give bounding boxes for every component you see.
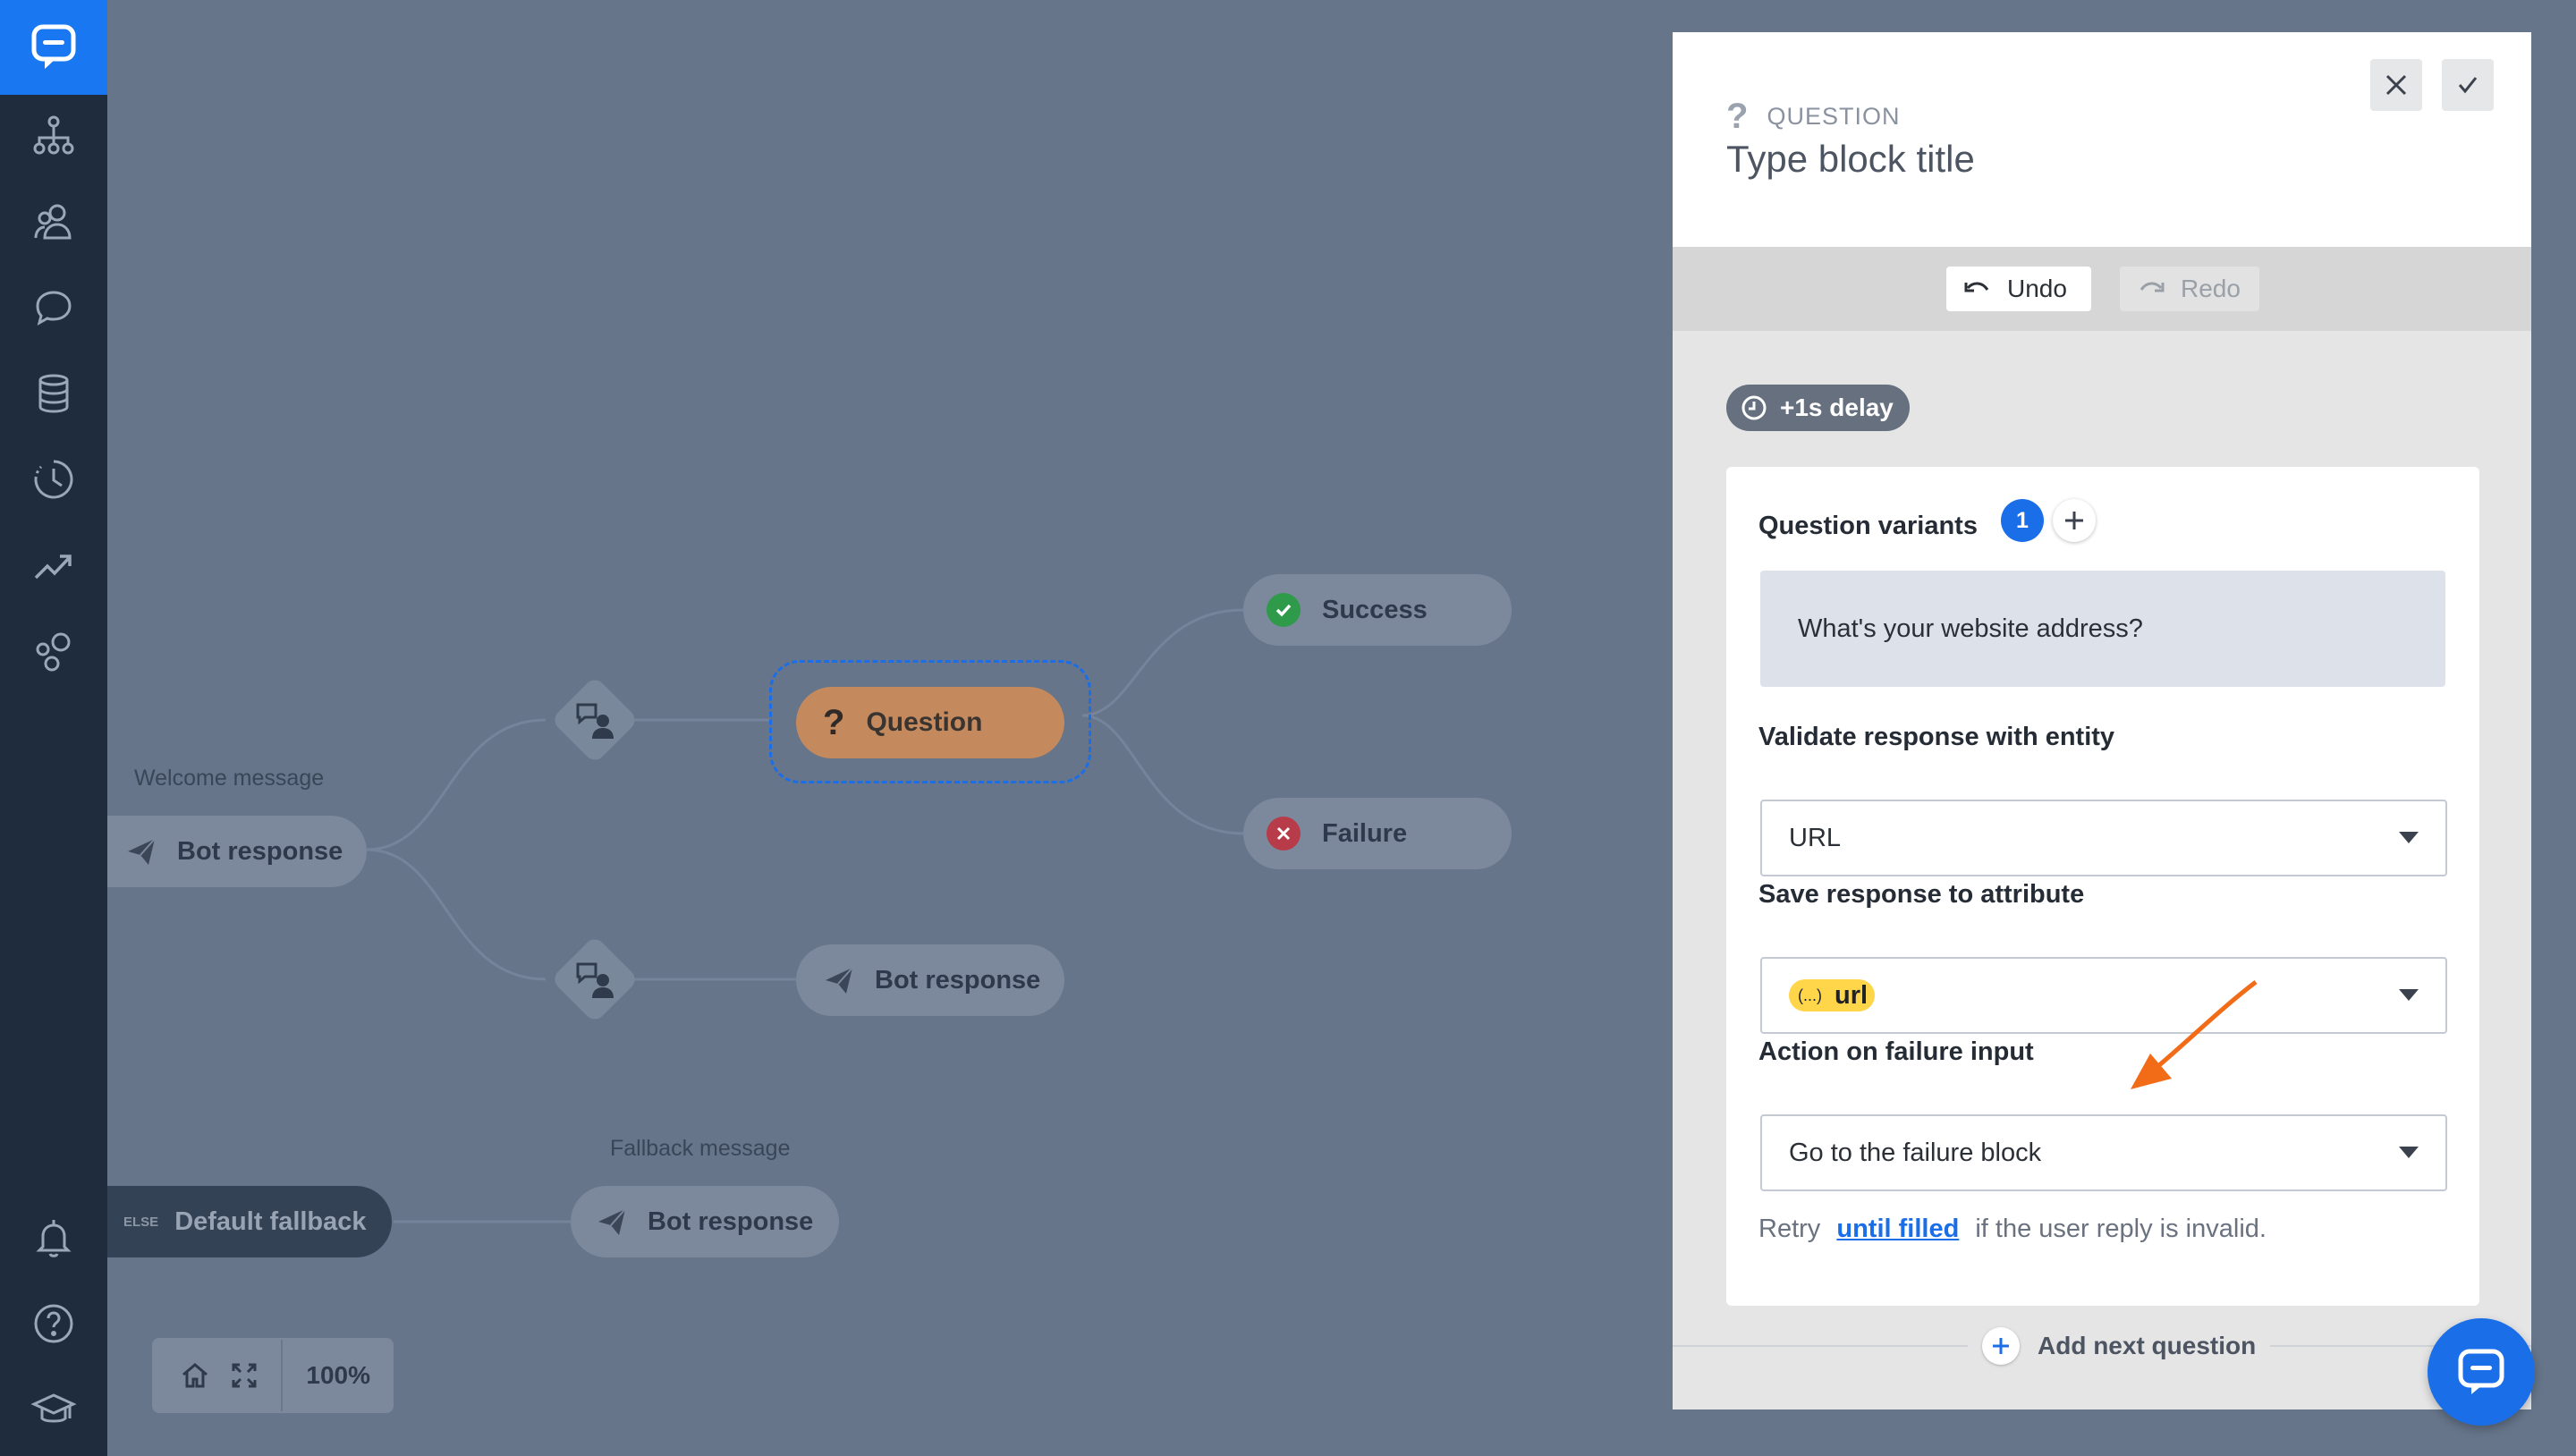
welcome-message-label: Welcome message <box>134 766 325 791</box>
add-next-label: Add next question <box>2038 1332 2257 1359</box>
fallback-bot-response-node[interactable]: Bot response <box>571 1186 839 1257</box>
annotation-arrow <box>2131 980 2258 1089</box>
node-label: Bot response <box>648 1206 814 1236</box>
send-icon <box>594 1204 630 1240</box>
node-label: Success <box>1322 595 1428 624</box>
zoom-toolbar: 100% <box>152 1338 394 1413</box>
user-chat-icon <box>568 693 622 747</box>
redo-button[interactable]: Redo <box>2120 267 2259 311</box>
retry-suffix: if the user reply is invalid. <box>1975 1215 2267 1243</box>
failure-action-label: Action on failure input <box>1758 1037 2034 1066</box>
redo-label: Redo <box>2181 275 2241 302</box>
zoom-level[interactable]: 100% <box>283 1361 394 1390</box>
chat-icon <box>2458 1349 2504 1394</box>
send-icon <box>123 834 159 869</box>
check-icon <box>1267 593 1301 627</box>
retry-text: Retry until filled if the user reply is … <box>1758 1215 2267 1244</box>
question-node[interactable]: ? Question <box>796 687 1064 758</box>
else-tag: ELSE <box>123 1214 159 1230</box>
delay-badge[interactable]: +1s delay <box>1726 385 1910 431</box>
chevron-down-icon <box>2399 1147 2419 1158</box>
save-attribute-label: Save response to attribute <box>1758 880 2085 909</box>
bot-response-node[interactable]: Bot response <box>796 944 1064 1016</box>
node-label: Default fallback <box>174 1206 367 1236</box>
history-icon[interactable] <box>0 436 107 522</box>
check-icon <box>2458 77 2478 94</box>
question-mark-icon: ? <box>1726 97 1750 136</box>
question-settings-card: Question variants 1 What's your website … <box>1726 467 2479 1306</box>
undo-redo-bar <box>1673 247 2531 331</box>
success-node[interactable]: Success <box>1243 574 1512 646</box>
close-circle-icon <box>1267 817 1301 851</box>
block-type-label: QUESTION <box>1767 103 1901 130</box>
validate-label: Validate response with entity <box>1758 723 2115 751</box>
close-icon <box>2385 74 2407 96</box>
undo-icon <box>1964 282 1989 292</box>
undo-label: Undo <box>2007 275 2067 302</box>
chat-logo-icon[interactable] <box>0 0 107 95</box>
bell-icon[interactable] <box>0 1195 107 1281</box>
chat-bubble-icon[interactable] <box>0 265 107 351</box>
plus-icon <box>1982 1327 2020 1365</box>
default-fallback-node[interactable]: ELSE Default fallback <box>107 1186 392 1257</box>
validate-entity-select[interactable]: URL <box>1760 800 2447 876</box>
delay-label: +1s delay <box>1780 394 1894 421</box>
add-next-question-button[interactable]: Add next question <box>1968 1325 2271 1367</box>
select-value: url <box>1835 980 1868 1010</box>
plus-icon <box>2065 512 2083 529</box>
node-label: Failure <box>1322 818 1408 848</box>
add-variant-button[interactable] <box>2053 499 2096 542</box>
node-label: Bot response <box>875 965 1041 995</box>
user-chat-icon <box>568 952 622 1006</box>
select-value: Go to the failure block <box>1789 1138 2042 1167</box>
until-filled-link[interactable]: until filled <box>1836 1215 1959 1243</box>
redo-icon <box>2140 282 2165 292</box>
variants-count-badge[interactable]: 1 <box>2001 499 2044 542</box>
help-icon[interactable] <box>0 1281 107 1367</box>
retry-prefix: Retry <box>1758 1215 1821 1243</box>
select-value: URL <box>1789 823 1842 852</box>
welcome-bot-response-node[interactable]: Bot response <box>107 816 367 887</box>
save-attribute-select[interactable]: (...) url <box>1760 957 2447 1034</box>
graduation-cap-icon[interactable] <box>0 1367 107 1452</box>
question-editor-panel: ? QUESTION Type block title Undo Redo +1… <box>1673 32 2531 1409</box>
sidebar <box>0 0 107 1456</box>
undo-button[interactable]: Undo <box>1946 267 2091 311</box>
home-icon[interactable] <box>170 1338 219 1413</box>
node-label: Question <box>866 707 983 737</box>
question-variants-label: Question variants <box>1758 512 1978 540</box>
failure-action-select[interactable]: Go to the failure block <box>1760 1114 2447 1191</box>
sitemap-icon[interactable] <box>0 93 107 179</box>
failure-node[interactable]: Failure <box>1243 798 1512 869</box>
attribute-icon: (...) <box>1798 986 1822 1004</box>
node-label: Bot response <box>177 836 343 866</box>
users-icon[interactable] <box>0 179 107 265</box>
database-icon[interactable] <box>0 351 107 436</box>
bubbles-icon[interactable] <box>0 608 107 694</box>
fallback-message-label: Fallback message <box>610 1136 791 1161</box>
clock-icon <box>1741 395 1767 420</box>
close-button[interactable] <box>2370 59 2422 111</box>
question-variant-input[interactable]: What's your website address? <box>1760 571 2445 687</box>
chevron-down-icon <box>2399 989 2419 1001</box>
question-mark-icon: ? <box>823 702 845 742</box>
block-title-input[interactable]: Type block title <box>1726 138 1975 181</box>
chat-widget-button[interactable] <box>2428 1318 2535 1426</box>
block-type: ? QUESTION <box>1726 97 1900 137</box>
trend-icon[interactable] <box>0 522 107 608</box>
chevron-down-icon <box>2399 832 2419 843</box>
confirm-button[interactable] <box>2442 59 2494 111</box>
send-icon <box>821 962 857 998</box>
attribute-tag: (...) url <box>1789 979 1876 1012</box>
panel-header: ? QUESTION Type block title <box>1673 32 2531 247</box>
fit-screen-icon[interactable] <box>219 1338 268 1413</box>
